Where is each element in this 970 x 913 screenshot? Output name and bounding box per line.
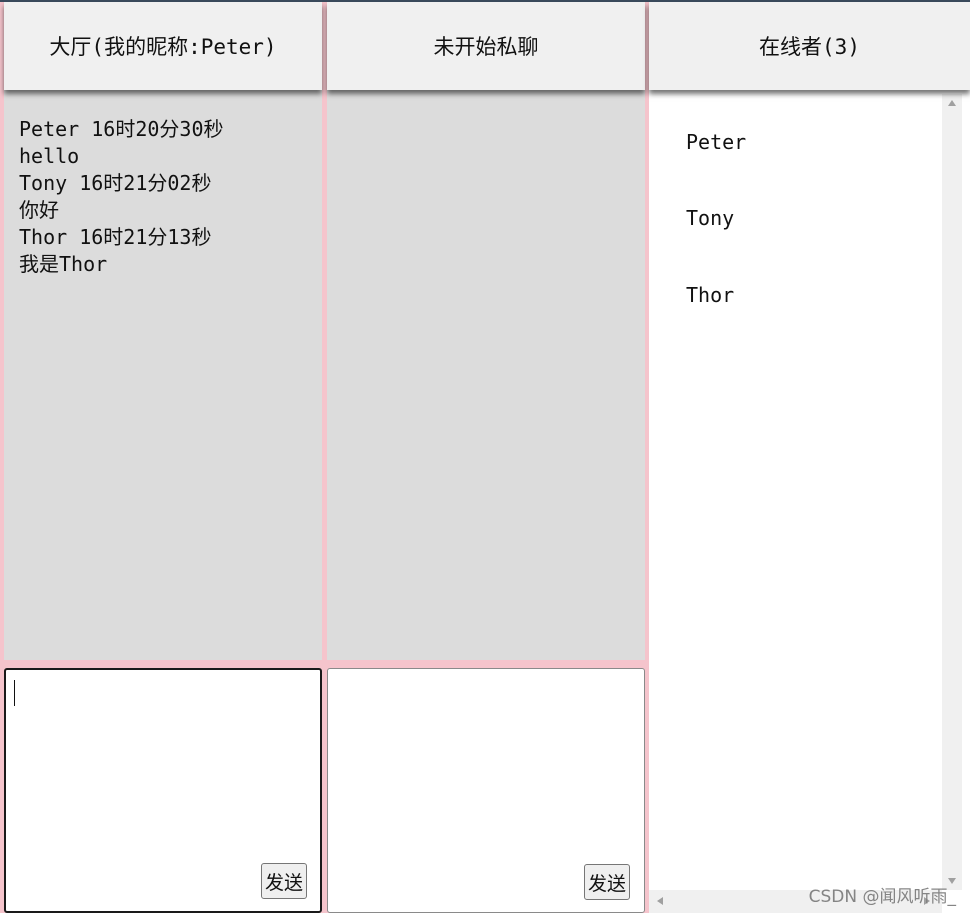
- text-caret: [14, 680, 15, 706]
- scroll-up-icon[interactable]: [948, 100, 956, 106]
- private-send-button[interactable]: 发送: [584, 864, 630, 900]
- private-message-list: [327, 90, 645, 660]
- vertical-scrollbar[interactable]: [942, 94, 962, 890]
- lobby-send-button[interactable]: 发送: [261, 863, 307, 899]
- lobby-panel: 大厅(我的昵称:Peter) Peter 16时20分30秒 hello Ton…: [4, 2, 322, 913]
- chat-app: 大厅(我的昵称:Peter) Peter 16时20分30秒 hello Ton…: [0, 0, 970, 913]
- user-item-peter[interactable]: Peter: [686, 130, 746, 154]
- message-header: Tony 16时21分02秒: [19, 171, 212, 195]
- user-item-tony[interactable]: Tony: [686, 206, 734, 230]
- scroll-left-icon[interactable]: [657, 897, 663, 905]
- message-text: 我是Thor: [19, 252, 108, 276]
- online-panel: 在线者(3) Peter Tony Thor: [649, 2, 970, 913]
- lobby-title: 大厅(我的昵称:Peter): [49, 35, 277, 59]
- message-header: Thor 16时21分13秒: [19, 225, 212, 249]
- private-chat-panel: 未开始私聊 发送: [327, 2, 645, 913]
- private-chat-title: 未开始私聊: [433, 35, 539, 59]
- online-header: 在线者(3): [649, 2, 970, 90]
- lobby-header: 大厅(我的昵称:Peter): [4, 2, 322, 90]
- online-title: 在线者(3): [759, 35, 860, 59]
- watermark: CSDN @闻风听雨_: [808, 887, 956, 907]
- message-header: Peter 16时20分30秒: [19, 117, 224, 141]
- lobby-message-list: Peter 16时20分30秒 hello Tony 16时21分02秒 你好 …: [4, 90, 322, 660]
- lobby-message-input[interactable]: 发送: [4, 668, 322, 913]
- message-text: hello: [19, 144, 80, 168]
- user-item-thor[interactable]: Thor: [686, 283, 734, 307]
- online-user-list: Peter Tony Thor: [649, 90, 942, 890]
- message-text: 你好: [19, 198, 59, 222]
- private-message-input[interactable]: 发送: [327, 668, 645, 913]
- private-chat-header: 未开始私聊: [327, 2, 645, 90]
